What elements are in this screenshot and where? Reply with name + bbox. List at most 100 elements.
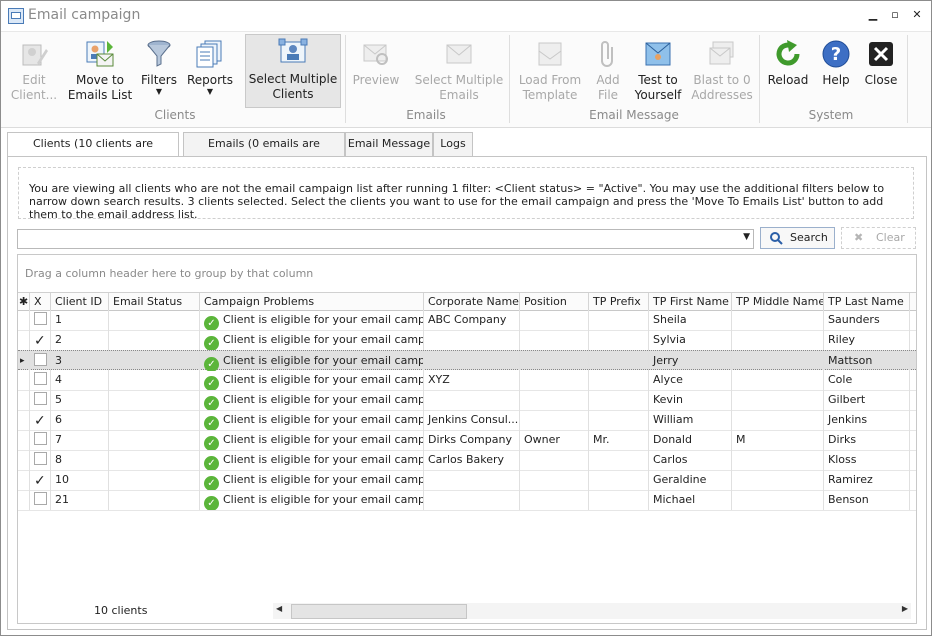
eligible-check-icon: ✓ bbox=[204, 416, 219, 430]
cell-position: Owner bbox=[520, 430, 589, 450]
table-row[interactable]: 1 ✓ Client is eligible for your email camp… bbox=[18, 310, 916, 331]
chevron-down-icon[interactable]: ▼ bbox=[743, 232, 750, 242]
header-client-id[interactable]: Client ID bbox=[51, 293, 109, 310]
eligible-check-icon: ✓ bbox=[204, 357, 219, 371]
cell-client-id: 4 bbox=[51, 370, 109, 390]
table-row[interactable]: ✓ 10 ✓ Client is eligible for your email ca… bbox=[18, 470, 916, 491]
reload-button[interactable]: Reload bbox=[765, 36, 811, 106]
minimize-button[interactable]: ▁ bbox=[865, 8, 881, 24]
test-to-yourself-button[interactable]: Test to Yourself bbox=[633, 36, 683, 106]
cell-tp-first-name: Donald bbox=[649, 430, 732, 450]
tab-logs[interactable]: Logs bbox=[433, 132, 473, 157]
checkbox[interactable] bbox=[34, 353, 47, 366]
cell-tp-prefix bbox=[589, 330, 649, 350]
ribbon-separator bbox=[509, 35, 510, 123]
cell-position bbox=[520, 351, 589, 371]
scroll-left-icon[interactable]: ◀ bbox=[276, 604, 282, 613]
header-tp-middle-name[interactable]: TP Middle Name bbox=[732, 293, 824, 310]
tab-clients[interactable]: Clients (10 clients are displayed) bbox=[7, 132, 179, 172]
header-tp-first-name[interactable]: TP First Name bbox=[649, 293, 732, 310]
checkbox[interactable] bbox=[34, 432, 47, 445]
ribbon-toolbar: Edit Client... Move to Emails List Filte… bbox=[1, 31, 931, 128]
cell-tp-first-name: Carlos bbox=[649, 450, 732, 470]
checkbox[interactable]: ✓ bbox=[34, 414, 46, 428]
checkbox[interactable]: ✓ bbox=[34, 474, 46, 488]
row-indicator bbox=[18, 430, 30, 450]
header-indicator[interactable]: ✱ bbox=[18, 293, 30, 310]
checkbox[interactable] bbox=[34, 452, 47, 465]
header-position[interactable]: Position bbox=[520, 293, 589, 310]
search-button[interactable]: Search bbox=[760, 227, 835, 249]
cell-email-status bbox=[109, 450, 200, 470]
header-email-status[interactable]: Email Status bbox=[109, 293, 200, 310]
blast-label: Blast to 0 Addresses bbox=[691, 73, 753, 102]
cell-position bbox=[520, 490, 589, 510]
app-icon bbox=[8, 8, 24, 24]
row-select-checkbox bbox=[30, 390, 51, 410]
tab-emails[interactable]: Emails (0 emails are displayed) bbox=[183, 132, 345, 172]
row-select-checkbox: ✓ bbox=[30, 410, 51, 430]
edit-client-label: Edit Client... bbox=[10, 73, 58, 102]
load-from-template-button[interactable]: Load From Template bbox=[515, 36, 585, 106]
eligible-check-icon: ✓ bbox=[204, 336, 219, 350]
checkbox[interactable] bbox=[34, 372, 47, 385]
table-row[interactable]: 8 ✓ Client is eligible for your email camp… bbox=[18, 450, 916, 471]
header-tp-last-name[interactable]: TP Last Name bbox=[824, 293, 910, 310]
cell-client-id: 10 bbox=[51, 470, 109, 490]
restore-button[interactable]: ▫ bbox=[887, 8, 903, 24]
test-to-yourself-label: Test to Yourself bbox=[634, 73, 682, 102]
add-file-button[interactable]: Add File bbox=[590, 36, 626, 106]
table-row[interactable]: 5 ✓ Client is eligible for your email camp… bbox=[18, 390, 916, 411]
help-button[interactable]: ? Help bbox=[816, 36, 856, 106]
select-multiple-emails-icon bbox=[446, 44, 472, 64]
horizontal-scrollbar[interactable]: ◀ ▶ bbox=[273, 603, 911, 619]
close-window-button[interactable]: ✕ bbox=[909, 8, 925, 24]
tab-email-message[interactable]: Email Message bbox=[345, 132, 433, 157]
eligible-check-icon: ✓ bbox=[204, 436, 219, 450]
table-row[interactable]: 7 ✓ Client is eligible for your email camp… bbox=[18, 430, 916, 451]
row-select-checkbox bbox=[30, 430, 51, 450]
filters-button[interactable]: Filters ▼ bbox=[138, 36, 180, 106]
select-multiple-clients-button[interactable]: Select Multiple Clients bbox=[245, 34, 341, 108]
cell-campaign-problem: ✓ Client is eligible for your email campa… bbox=[200, 430, 424, 450]
table-row[interactable]: 21 ✓ Client is eligible for your email cam… bbox=[18, 490, 916, 511]
checkbox[interactable]: ✓ bbox=[34, 334, 46, 348]
edit-client-button[interactable]: Edit Client... bbox=[7, 36, 61, 106]
close-button[interactable]: Close bbox=[861, 36, 901, 106]
table-row[interactable]: ▸ 3 ✓ Client is eligible for your email cam… bbox=[18, 350, 916, 371]
header-tp-prefix[interactable]: TP Prefix bbox=[589, 293, 649, 310]
cell-campaign-problem: ✓ Client is eligible for your email campa… bbox=[200, 410, 424, 430]
header-select[interactable]: X bbox=[30, 293, 51, 310]
table-row[interactable]: 4 ✓ Client is eligible for your email camp… bbox=[18, 370, 916, 391]
preview-button[interactable]: Preview bbox=[349, 36, 403, 106]
reports-dropdown-arrow-icon: ▼ bbox=[206, 87, 214, 96]
cell-tp-middle-name bbox=[732, 470, 824, 490]
blast-to-addresses-button[interactable]: Blast to 0 Addresses bbox=[689, 36, 755, 106]
filters-dropdown-arrow-icon: ▼ bbox=[155, 87, 163, 96]
cell-tp-last-name: Riley bbox=[824, 330, 910, 350]
move-to-emails-list-button[interactable]: Move to Emails List bbox=[65, 36, 135, 106]
table-row[interactable]: ✓ 2 ✓ Client is eligible for your email cam… bbox=[18, 330, 916, 351]
checkbox[interactable] bbox=[34, 392, 47, 405]
checkbox[interactable] bbox=[34, 492, 47, 505]
row-indicator bbox=[18, 310, 30, 330]
reload-icon bbox=[776, 40, 800, 66]
campaign-problem-text: Client is eligible for your email campai… bbox=[223, 313, 424, 326]
cell-tp-last-name: Cole bbox=[824, 370, 910, 390]
checkbox[interactable] bbox=[34, 312, 47, 325]
header-corporate-name[interactable]: Corporate Name bbox=[424, 293, 520, 310]
header-campaign-problems[interactable]: Campaign Problems bbox=[200, 293, 424, 310]
search-button-label: Search bbox=[790, 231, 828, 244]
row-select-checkbox bbox=[30, 351, 51, 371]
scroll-right-icon[interactable]: ▶ bbox=[902, 604, 908, 613]
campaign-problem-text: Client is eligible for your email campai… bbox=[223, 354, 424, 367]
group-by-area[interactable]: Drag a column header here to group by th… bbox=[18, 255, 916, 292]
funnel-icon bbox=[147, 40, 171, 67]
cell-tp-middle-name bbox=[732, 330, 824, 350]
reports-button[interactable]: Reports ▼ bbox=[185, 36, 235, 106]
clear-button[interactable]: ✖ Clear bbox=[841, 227, 916, 249]
select-multiple-emails-button[interactable]: Select Multiple Emails bbox=[413, 36, 505, 106]
table-row[interactable]: ✓ 6 ✓ Client is eligible for your email cam… bbox=[18, 410, 916, 431]
scroll-thumb[interactable] bbox=[291, 604, 467, 619]
search-combo[interactable]: ▼ bbox=[17, 229, 754, 249]
